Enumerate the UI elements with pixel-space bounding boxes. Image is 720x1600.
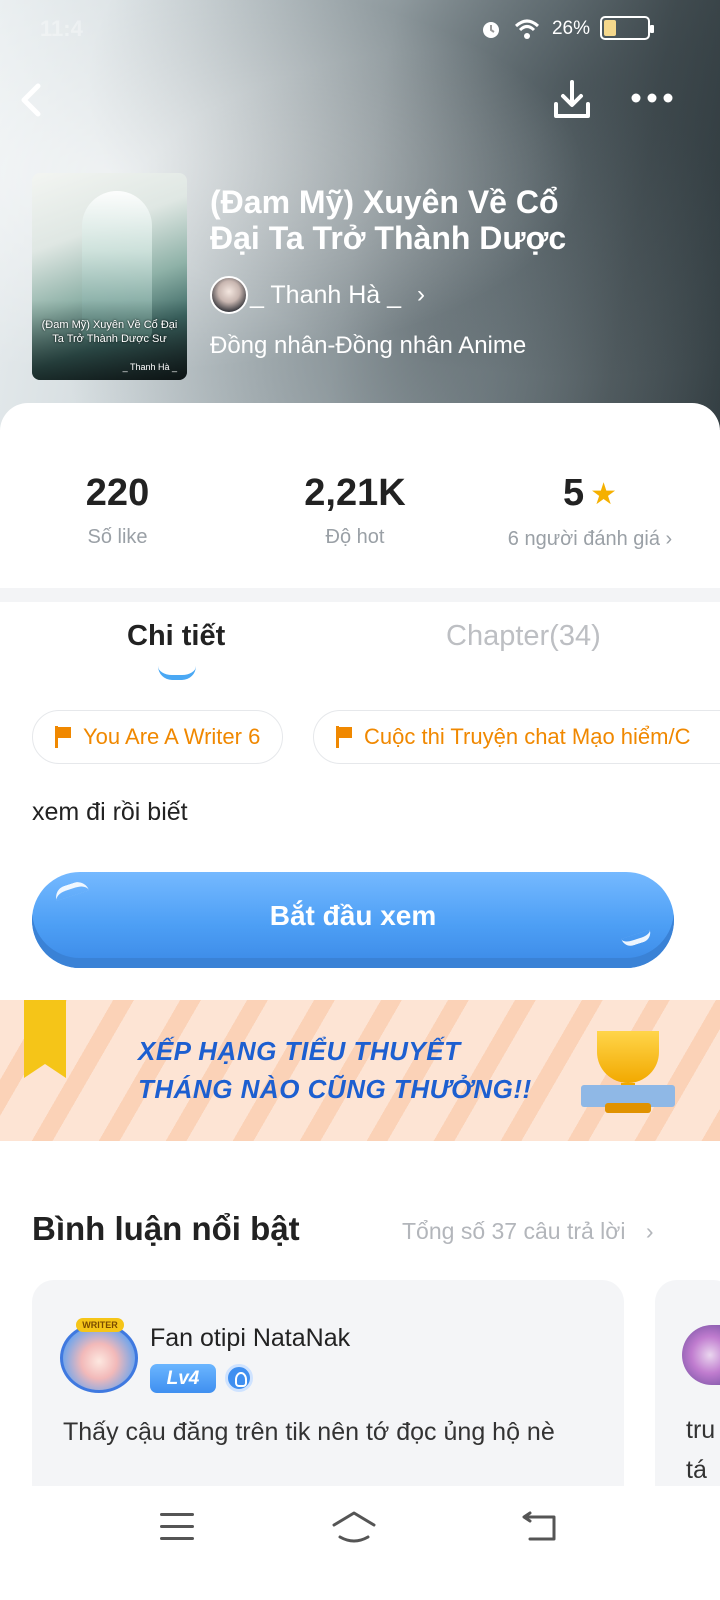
tab-detail[interactable]: Chi tiết bbox=[127, 620, 225, 653]
commenter-name: Fan otipi NataNak bbox=[150, 1324, 351, 1352]
writer-badge: WRITER bbox=[76, 1318, 124, 1332]
chevron-right-icon: › bbox=[665, 527, 673, 550]
verified-badge-icon bbox=[225, 1364, 253, 1392]
home-icon[interactable] bbox=[330, 1507, 378, 1547]
author-avatar bbox=[210, 276, 248, 314]
more-options-icon[interactable] bbox=[628, 82, 676, 114]
banner-line-2: THÁNG NÀO CŨNG THƯỞNG!! bbox=[138, 1074, 532, 1104]
tag-chip[interactable]: Cuộc thi Truyện chat Mạo hiểm/C bbox=[313, 710, 720, 764]
comment-text: tá bbox=[686, 1456, 707, 1484]
level-badge: Lv4 bbox=[150, 1364, 216, 1393]
all-comments-link[interactable]: Tổng số 37 câu trả lời › bbox=[402, 1218, 654, 1245]
battery-percent: 26% bbox=[551, 18, 590, 39]
hot-label: Độ hot bbox=[325, 526, 385, 548]
cover-author: _ Thanh Hà _ bbox=[122, 362, 177, 372]
likes-label: Số like bbox=[87, 526, 148, 548]
status-icons: 26% bbox=[480, 18, 590, 40]
cover-title: (Đam Mỹ) Xuyên Về Cổ Đại Ta Trở Thành Dư… bbox=[41, 319, 178, 345]
comment-card[interactable] bbox=[32, 1280, 624, 1510]
tag-label: You Are A Writer 6 bbox=[83, 724, 261, 749]
menu-icon[interactable] bbox=[160, 1507, 200, 1547]
likes-count: 220 bbox=[85, 472, 150, 514]
tab-chapter[interactable]: Chapter(34) bbox=[446, 620, 601, 653]
tag-label: Cuộc thi Truyện chat Mạo hiểm/C bbox=[364, 724, 691, 749]
rating-label: 6 người đánh giá bbox=[507, 527, 660, 550]
ribbon-icon bbox=[24, 1000, 66, 1078]
commenter-avatar[interactable] bbox=[60, 1323, 138, 1393]
banner-line-1: XẾP HẠNG TIỂU THUYẾT bbox=[138, 1036, 461, 1066]
comments-total: Tổng số 37 câu trả lời bbox=[402, 1218, 626, 1244]
comment-text: Thấy cậu đăng trên tik nên tớ đọc ủng hộ… bbox=[63, 1418, 555, 1446]
status-time: 11:4 bbox=[40, 16, 83, 41]
chevron-right-icon: › bbox=[417, 281, 426, 308]
star-icon: ★ bbox=[590, 477, 618, 511]
book-description: xem đi rồi biết bbox=[32, 798, 188, 826]
tag-chip[interactable]: You Are A Writer 6 bbox=[32, 710, 284, 764]
comments-section-title: Bình luận nổi bật bbox=[32, 1210, 300, 1247]
flag-icon bbox=[55, 726, 73, 748]
book-cover[interactable]: (Đam Mỹ) Xuyên Về Cổ Đại Ta Trở Thành Dư… bbox=[32, 173, 187, 380]
hot-count: 2,21K bbox=[304, 472, 406, 514]
chevron-right-icon: › bbox=[645, 1218, 654, 1244]
start-reading-label: Bắt đầu xem bbox=[269, 900, 437, 931]
wifi-icon bbox=[514, 19, 539, 39]
flag-icon bbox=[336, 726, 354, 748]
trophy-icon bbox=[575, 1025, 685, 1125]
alarm-icon bbox=[482, 22, 499, 38]
back-nav-icon[interactable] bbox=[520, 1507, 560, 1547]
comment-text: tru bbox=[686, 1416, 716, 1444]
stat-likes: 220 Số like bbox=[60, 470, 175, 549]
battery-icon bbox=[600, 16, 654, 40]
section-divider bbox=[0, 588, 720, 602]
rating-value: 5 bbox=[562, 472, 585, 514]
stat-rating[interactable]: 5 ★ 6 người đánh giá › bbox=[500, 470, 680, 551]
back-icon[interactable] bbox=[14, 80, 50, 120]
status-bar: 11:4 26% bbox=[0, 0, 720, 60]
book-title: (Đam Mỹ) Xuyên Về Cổ Đại Ta Trở Thành Dư… bbox=[210, 184, 567, 256]
book-genre: Đồng nhân-Đồng nhân Anime bbox=[210, 332, 527, 359]
start-reading-button[interactable]: Bắt đầu xem bbox=[32, 872, 674, 968]
author-link[interactable]: _ Thanh Hà _ › bbox=[210, 275, 425, 315]
stat-hot: 2,21K Độ hot bbox=[280, 470, 430, 549]
author-name: _ Thanh Hà _ bbox=[250, 280, 402, 309]
download-icon[interactable] bbox=[552, 78, 592, 122]
